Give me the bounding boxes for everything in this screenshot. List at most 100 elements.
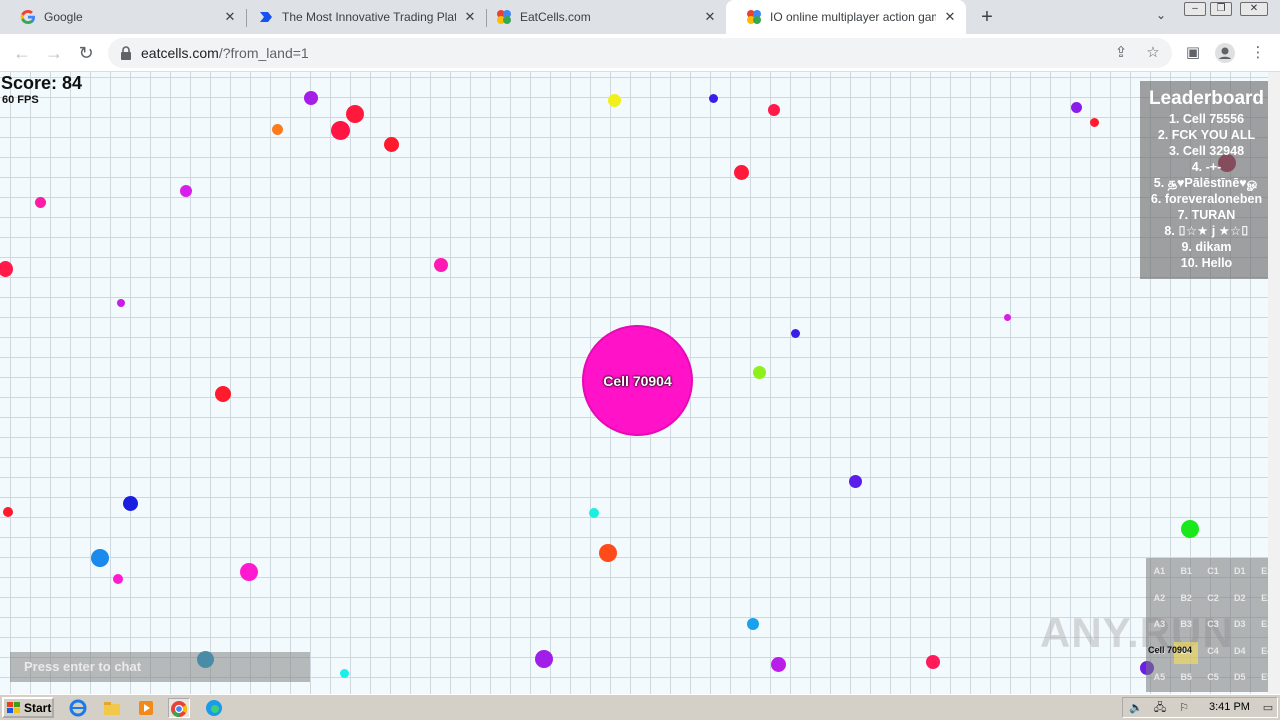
minimize-button[interactable]: –	[1184, 2, 1206, 16]
food-pellet	[608, 94, 621, 107]
leaderboard-entry: 7. TURAN	[1177, 208, 1236, 222]
leaderboard-entry: 5. ௲♥Pālēstīnē♥ௐ	[1153, 176, 1260, 190]
chevron-down-icon[interactable]: ⌄	[1152, 8, 1170, 26]
minimap-cell: E5	[1261, 672, 1268, 683]
minimap-cell: C4	[1207, 645, 1219, 656]
address-bar[interactable]: eatcells.com/?from_land=1 ⇪ ☆	[108, 38, 1172, 68]
network-icon[interactable]: 🖧	[1153, 701, 1167, 715]
new-tab-button[interactable]: +	[976, 6, 998, 28]
leaderboard: Leaderboard 1. Cell 75556 2. FCK YOU ALL…	[1140, 81, 1268, 279]
restore-button[interactable]: ❐	[1210, 2, 1232, 16]
game-canvas[interactable]: Score: 84 60 FPS Cell 70904 Leaderboard …	[0, 72, 1268, 694]
food-pellet	[384, 137, 399, 152]
minimap-cell: C3	[1207, 619, 1219, 630]
tab-eatcells[interactable]: EatCells.com ✕	[476, 0, 726, 34]
food-pellet	[346, 105, 364, 123]
minimap-cell: D2	[1234, 592, 1246, 603]
start-label: Start	[24, 700, 52, 715]
minimap-player-label: Cell 70904	[1148, 645, 1193, 655]
food-pellet	[123, 496, 138, 511]
food-pellet	[91, 549, 109, 567]
food-pellet	[304, 91, 318, 105]
food-pellet	[340, 669, 349, 678]
flag-icon[interactable]: ⚐	[1177, 701, 1191, 715]
player-cell: Cell 70904	[582, 325, 693, 436]
url-text: eatcells.com/?from_land=1	[141, 45, 309, 61]
tab-io-game[interactable]: IO online multiplayer action game. St ✕	[726, 0, 966, 34]
windows-logo-icon	[7, 701, 20, 713]
ie-icon[interactable]	[68, 698, 90, 718]
minimap: A1 B1 C1 D1 E1 A2 B2 C2 D2 E2 A3 B3 C3 D…	[1146, 558, 1268, 692]
minimap-cell: A2	[1153, 592, 1166, 603]
food-pellet	[113, 574, 123, 584]
minimap-cell: C5	[1207, 672, 1219, 683]
tab-close-icon[interactable]: ✕	[222, 9, 238, 25]
food-pellet	[1004, 314, 1011, 321]
trading-icon	[260, 12, 272, 22]
profile-avatar-icon[interactable]	[1214, 42, 1236, 64]
food-pellet	[753, 366, 766, 379]
food-pellet	[240, 563, 258, 581]
leaderboard-entry: 6. foreveraloneben	[1150, 192, 1263, 206]
minimap-cell: A1	[1153, 566, 1166, 576]
minimap-cell: D4	[1234, 645, 1246, 656]
volume-icon[interactable]: 🔈	[1129, 701, 1143, 715]
minimap-cell: D5	[1234, 672, 1246, 683]
tab-trading[interactable]: The Most Innovative Trading Platform ✕	[238, 0, 486, 34]
close-window-button[interactable]: ✕	[1240, 2, 1268, 16]
tab-close-icon[interactable]: ✕	[942, 9, 958, 25]
fps-label: 60 FPS	[2, 94, 39, 106]
food-pellet	[599, 544, 617, 562]
food-pellet	[535, 650, 553, 668]
leaderboard-entry: 1. Cell 75556	[1168, 112, 1245, 126]
score-label: Score: 84	[1, 73, 83, 93]
food-pellet	[331, 121, 350, 140]
minimap-cell: C2	[1207, 592, 1219, 603]
tab-google[interactable]: Google ✕	[0, 0, 246, 34]
share-icon[interactable]: ⇪	[1112, 44, 1130, 62]
food-pellet	[215, 386, 231, 402]
food-pellet	[768, 104, 780, 116]
minimap-cell: D1	[1234, 566, 1246, 576]
tab-strip: Google ✕ The Most Innovative Trading Pla…	[0, 0, 1280, 34]
edge-icon[interactable]	[204, 698, 226, 718]
food-pellet	[434, 258, 448, 272]
food-pellet	[791, 329, 800, 338]
reload-button[interactable]: ↻	[74, 41, 98, 65]
side-panel-icon[interactable]: ▣	[1182, 42, 1204, 64]
leaderboard-entry: 10. Hello	[1180, 256, 1233, 270]
show-desktop-icon[interactable]: ▭	[1261, 701, 1275, 715]
clock: 3:41 PM	[1209, 701, 1250, 713]
food-pellet	[589, 508, 599, 518]
system-tray: 🔈 🖧 ⚐ 3:41 PM ▭	[1122, 697, 1278, 718]
food-pellet	[0, 261, 13, 277]
tab-close-icon[interactable]: ✕	[702, 9, 718, 25]
food-pellet	[3, 507, 13, 517]
lock-icon	[121, 46, 131, 60]
bookmark-star-icon[interactable]: ☆	[1144, 44, 1162, 62]
minimap-cell: E3	[1261, 619, 1268, 630]
leaderboard-title: Leaderboard	[1148, 88, 1265, 109]
taskbar: Start 🔈 🖧 ⚐ 3:41 PM ▭	[0, 694, 1280, 720]
eatcells-icon	[497, 10, 511, 24]
minimap-cell: B3	[1180, 619, 1192, 630]
tab-label: IO online multiplayer action game. St	[770, 10, 936, 24]
google-icon	[20, 10, 35, 24]
chat-input[interactable]: Press enter to chat	[10, 652, 310, 682]
tab-label: Google	[44, 10, 83, 24]
menu-kebab-icon[interactable]: ⋮	[1247, 42, 1269, 64]
leaderboard-entry: 9. dikam	[1181, 240, 1232, 254]
tab-label: EatCells.com	[520, 10, 591, 24]
food-pellet	[272, 124, 283, 135]
minimap-cell: B1	[1180, 566, 1192, 576]
food-pellet	[709, 94, 718, 103]
minimap-cell: B2	[1180, 592, 1192, 603]
start-button[interactable]: Start	[2, 697, 54, 718]
food-pellet	[180, 185, 192, 197]
forward-button[interactable]: →	[42, 41, 66, 65]
media-player-icon[interactable]	[136, 698, 158, 718]
back-button[interactable]: ←	[10, 41, 34, 65]
scrollbar[interactable]	[1268, 72, 1280, 694]
explorer-folder-icon[interactable]	[102, 698, 124, 718]
chrome-icon[interactable]	[168, 698, 190, 718]
